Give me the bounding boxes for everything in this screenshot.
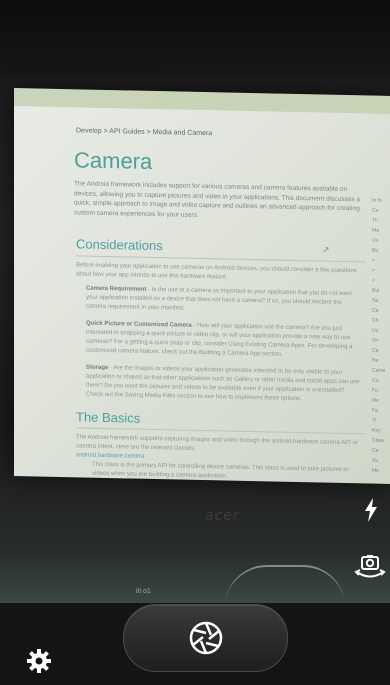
basics-heading: The Basics xyxy=(76,409,141,426)
monitor-brand-logo: acer xyxy=(205,508,240,524)
flash-icon xyxy=(365,498,377,522)
toc-item: Us xyxy=(372,237,379,244)
bullet-camera-requirement: Camera Requirement - Is the use of a cam… xyxy=(86,285,362,318)
toc-item: Bui xyxy=(372,287,380,294)
toc-item: Co xyxy=(372,377,379,384)
toc-item: Ca xyxy=(372,447,379,454)
bullet-storage: Storage - Are the images or videos your … xyxy=(86,364,362,406)
toc-item: Bu xyxy=(372,247,379,254)
toc-sidebar: In th Co Th Ma Us Bu > > > Bui Sa Ca Ch … xyxy=(372,196,390,476)
toc-item: Me xyxy=(372,467,379,474)
shutter-button[interactable] xyxy=(123,604,288,672)
toc-item: Th xyxy=(372,217,378,224)
toc-item: Ti xyxy=(372,417,376,424)
considerations-heading: Considerations xyxy=(76,236,163,254)
bullet-quick-picture: Quick Picture or Customized Camera - How… xyxy=(86,320,362,362)
monitor-screen: Develop > API Guides > Media and Camera … xyxy=(14,88,390,484)
taskbar-text: iti o1 xyxy=(136,588,151,595)
toc-item: Su xyxy=(372,457,379,464)
toc-item: Sh xyxy=(372,337,379,344)
toc-item: > xyxy=(372,277,375,284)
mouse-cursor-icon: ↗ xyxy=(322,244,330,255)
gear-icon xyxy=(27,649,51,673)
shutter-icon xyxy=(189,621,222,655)
bullet-label: Quick Picture or Customized Camera xyxy=(86,320,192,329)
toc-item: Re xyxy=(372,357,379,364)
page-topbar xyxy=(14,88,390,114)
toc-item: Sa xyxy=(372,297,379,304)
toc-item: Key Class xyxy=(372,427,385,444)
settings-button[interactable] xyxy=(26,648,52,674)
toc-item: Ch xyxy=(372,317,379,324)
switch-camera-icon xyxy=(354,555,386,578)
switch-camera-button[interactable] xyxy=(354,553,386,581)
bullet-label: Camera Requirement xyxy=(86,285,147,293)
toc-item: > xyxy=(372,257,375,264)
toc-item: Ca xyxy=(372,347,379,354)
toc-item: Ca xyxy=(372,307,379,314)
toc-item: Co xyxy=(372,207,379,214)
bullet-label: Storage xyxy=(86,364,109,372)
toc-item: > xyxy=(372,267,375,274)
toc-item: Fa xyxy=(372,407,378,414)
toc-item: In th xyxy=(372,197,382,204)
toc-item: Us xyxy=(372,327,379,334)
considerations-intro: Before enabling your application to use … xyxy=(76,262,357,281)
page-title: Camera xyxy=(74,147,153,174)
toc-item: Ma xyxy=(372,227,379,234)
bullet-text: - How will your application use the came… xyxy=(86,322,353,358)
bullet-text: - Are the images or videos your applicat… xyxy=(86,365,360,403)
toc-item: Fo xyxy=(372,387,378,394)
intro-text: The Android framework includes support f… xyxy=(74,180,361,219)
camera-viewfinder[interactable]: Develop > API Guides > Media and Camera … xyxy=(0,0,390,603)
toc-item: Came xyxy=(372,367,386,374)
flash-button[interactable] xyxy=(359,498,383,524)
breadcrumb: Develop > API Guides > Media and Camera xyxy=(76,127,213,138)
toc-item: Me xyxy=(372,397,379,404)
